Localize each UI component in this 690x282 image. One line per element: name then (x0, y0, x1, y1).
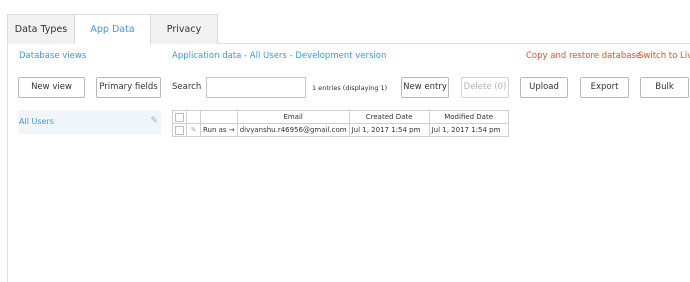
tab-data-types[interactable]: Data Types (7, 14, 75, 44)
tab-privacy[interactable]: Privacy (151, 14, 218, 44)
sidebar-item-label: All Users (19, 117, 54, 126)
tab-bar: Data Types App Data Privacy (7, 14, 690, 45)
database-views-heading: Database views (19, 51, 87, 61)
copy-restore-database-link[interactable]: Copy and restore database (526, 51, 641, 61)
new-view-button[interactable]: New view (18, 77, 85, 98)
cell-modified-date: Jul 1, 2017 1:54 pm (428, 123, 509, 137)
tab-app-data[interactable]: App Data (75, 14, 151, 45)
export-button[interactable]: Export (580, 77, 629, 98)
upload-button[interactable]: Upload (520, 77, 568, 98)
run-as-link[interactable]: Run as → (200, 123, 238, 137)
header-spacer (186, 110, 201, 124)
switch-to-live-link[interactable]: Switch to Live (638, 51, 690, 61)
new-entry-button[interactable]: New entry (401, 77, 449, 98)
column-header-email[interactable]: Email (236, 110, 350, 124)
primary-fields-button[interactable]: Primary fields (96, 77, 161, 98)
column-header-modified-date[interactable]: Modified Date (428, 110, 509, 124)
sidebar-item-all-users[interactable]: All Users ✎ (18, 110, 161, 134)
select-all-cell (172, 110, 187, 124)
table-row[interactable]: ✎ Run as → divyanshu.r46956@gmail.com Ju… (172, 123, 509, 137)
bulk-button[interactable]: Bulk (640, 77, 689, 98)
page-title: Application data - All Users - Developme… (172, 51, 387, 61)
cell-email: divyanshu.r46956@gmail.com (236, 123, 350, 137)
search-input[interactable] (206, 77, 306, 98)
content-border (7, 44, 8, 282)
row-checkbox[interactable] (175, 125, 184, 135)
column-header-created-date[interactable]: Created Date (348, 110, 430, 124)
row-select-cell (172, 123, 187, 137)
data-table: Email Created Date Modified Date ✎ Run a… (172, 110, 509, 137)
cell-created-date: Jul 1, 2017 1:54 pm (348, 123, 430, 137)
entries-count: 1 entries (displaying 1) (312, 84, 388, 92)
search-label: Search (172, 82, 202, 92)
row-edit-pencil-icon[interactable]: ✎ (186, 123, 201, 137)
table-header-row: Email Created Date Modified Date (172, 110, 509, 124)
edit-view-pencil-icon[interactable]: ✎ (150, 116, 158, 126)
delete-button[interactable]: Delete (0) (461, 77, 509, 98)
select-all-checkbox[interactable] (175, 112, 184, 122)
header-spacer (200, 110, 238, 124)
